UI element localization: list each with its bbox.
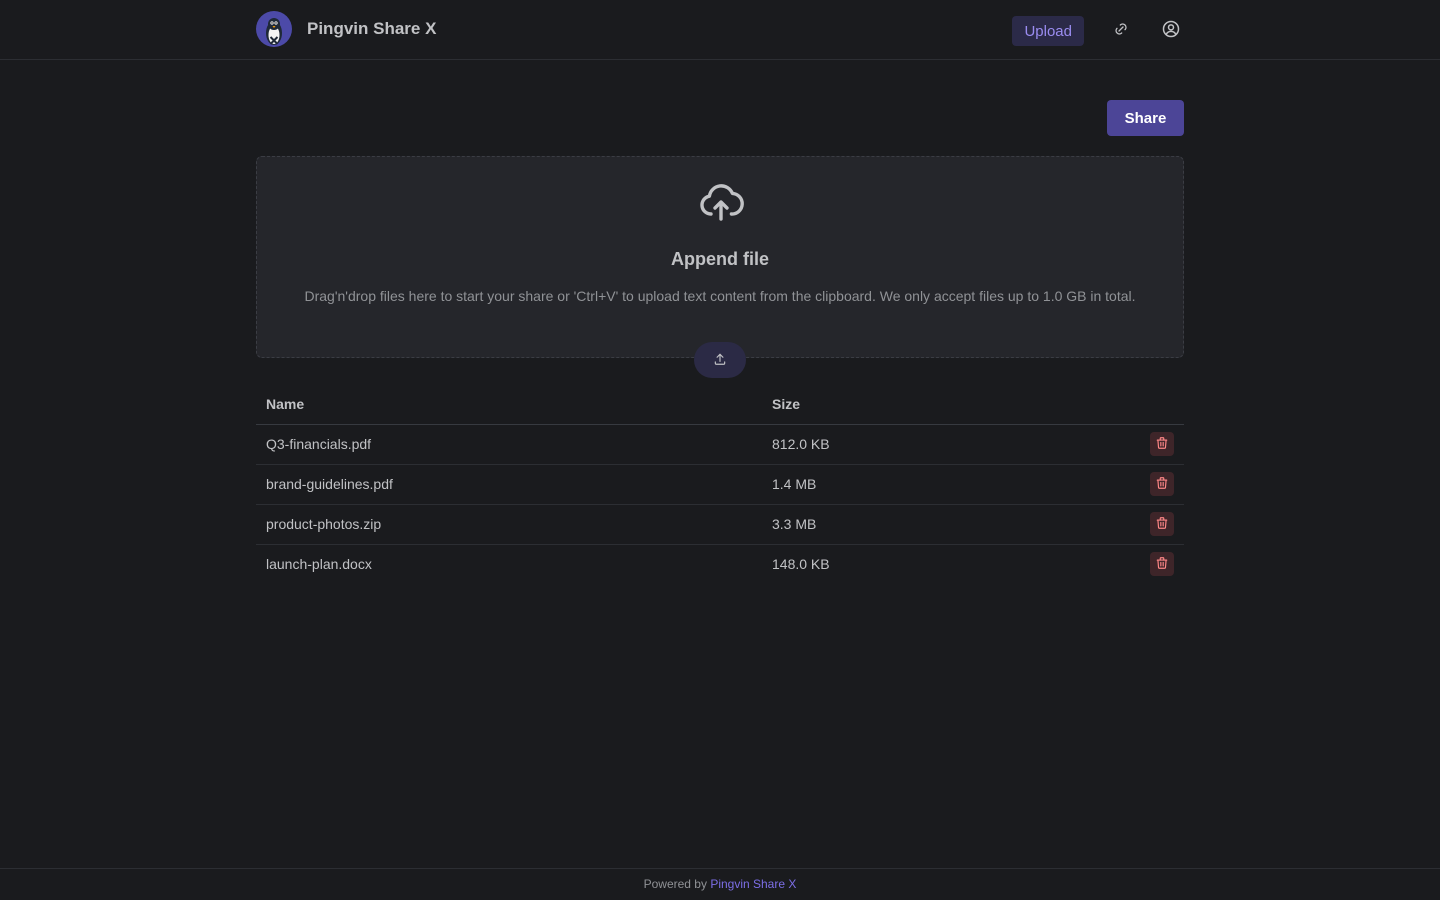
footer-prefix: Powered by <box>643 877 711 891</box>
column-header-name: Name <box>256 384 762 425</box>
cloud-upload-icon <box>697 179 745 228</box>
trash-icon <box>1155 516 1169 533</box>
file-size: 812.0 KB <box>762 424 1092 465</box>
penguin-logo-icon <box>256 10 292 47</box>
table-row: brand-guidelines.pdf 1.4 MB <box>256 464 1184 505</box>
file-name: Q3-financials.pdf <box>256 424 762 465</box>
table-row: product-photos.zip 3.3 MB <box>256 504 1184 545</box>
column-header-size: Size <box>762 384 1092 425</box>
app-name: Pingvin Share X <box>307 18 437 38</box>
file-list-table: Name Size Q3-financials.pdf 812.0 KB bra… <box>256 384 1184 584</box>
table-row: launch-plan.docx 148.0 KB <box>256 544 1184 584</box>
footer-project-link[interactable]: Pingvin Share X <box>710 877 796 891</box>
trash-icon <box>1155 436 1169 453</box>
dropzone-title: Append file <box>671 249 769 269</box>
table-row: Q3-financials.pdf 812.0 KB <box>256 424 1184 465</box>
trash-icon <box>1155 476 1169 493</box>
page-footer: Powered by Pingvin Share X <box>0 868 1440 900</box>
delete-file-button[interactable] <box>1150 512 1174 536</box>
navbar-actions: Upload <box>1012 14 1184 46</box>
navbar-container: Pingvin Share X Upload <box>256 0 1184 60</box>
file-size: 148.0 KB <box>772 556 830 573</box>
file-size: 3.3 MB <box>762 504 1092 545</box>
file-name: product-photos.zip <box>256 504 762 545</box>
file-name: brand-guidelines.pdf <box>256 464 762 505</box>
my-shares-link-button[interactable] <box>1108 17 1134 43</box>
upload-icon <box>713 352 727 369</box>
share-button[interactable]: Share <box>1107 100 1184 136</box>
user-circle-icon <box>1161 19 1181 42</box>
link-icon <box>1113 21 1129 40</box>
account-button[interactable] <box>1158 17 1184 43</box>
column-header-actions <box>1092 384 1184 425</box>
table-header-row: Name Size <box>256 384 1184 425</box>
trash-icon <box>1155 556 1169 573</box>
nav-upload-button[interactable]: Upload <box>1012 16 1084 46</box>
brand-link[interactable]: Pingvin Share X <box>256 10 437 47</box>
dropzone-upload-button[interactable] <box>694 342 746 378</box>
file-dropzone[interactable]: Append file Drag'n'drop files here to st… <box>256 156 1184 358</box>
delete-file-button[interactable] <box>1150 432 1174 456</box>
delete-file-button[interactable] <box>1150 472 1174 496</box>
delete-file-button[interactable] <box>1150 552 1174 577</box>
top-navbar: Pingvin Share X Upload <box>0 0 1440 60</box>
file-size: 1.4 MB <box>762 464 1092 505</box>
dropzone-description: Drag'n'drop files here to start your sha… <box>304 288 1136 304</box>
file-name: launch-plan.docx <box>266 556 372 573</box>
